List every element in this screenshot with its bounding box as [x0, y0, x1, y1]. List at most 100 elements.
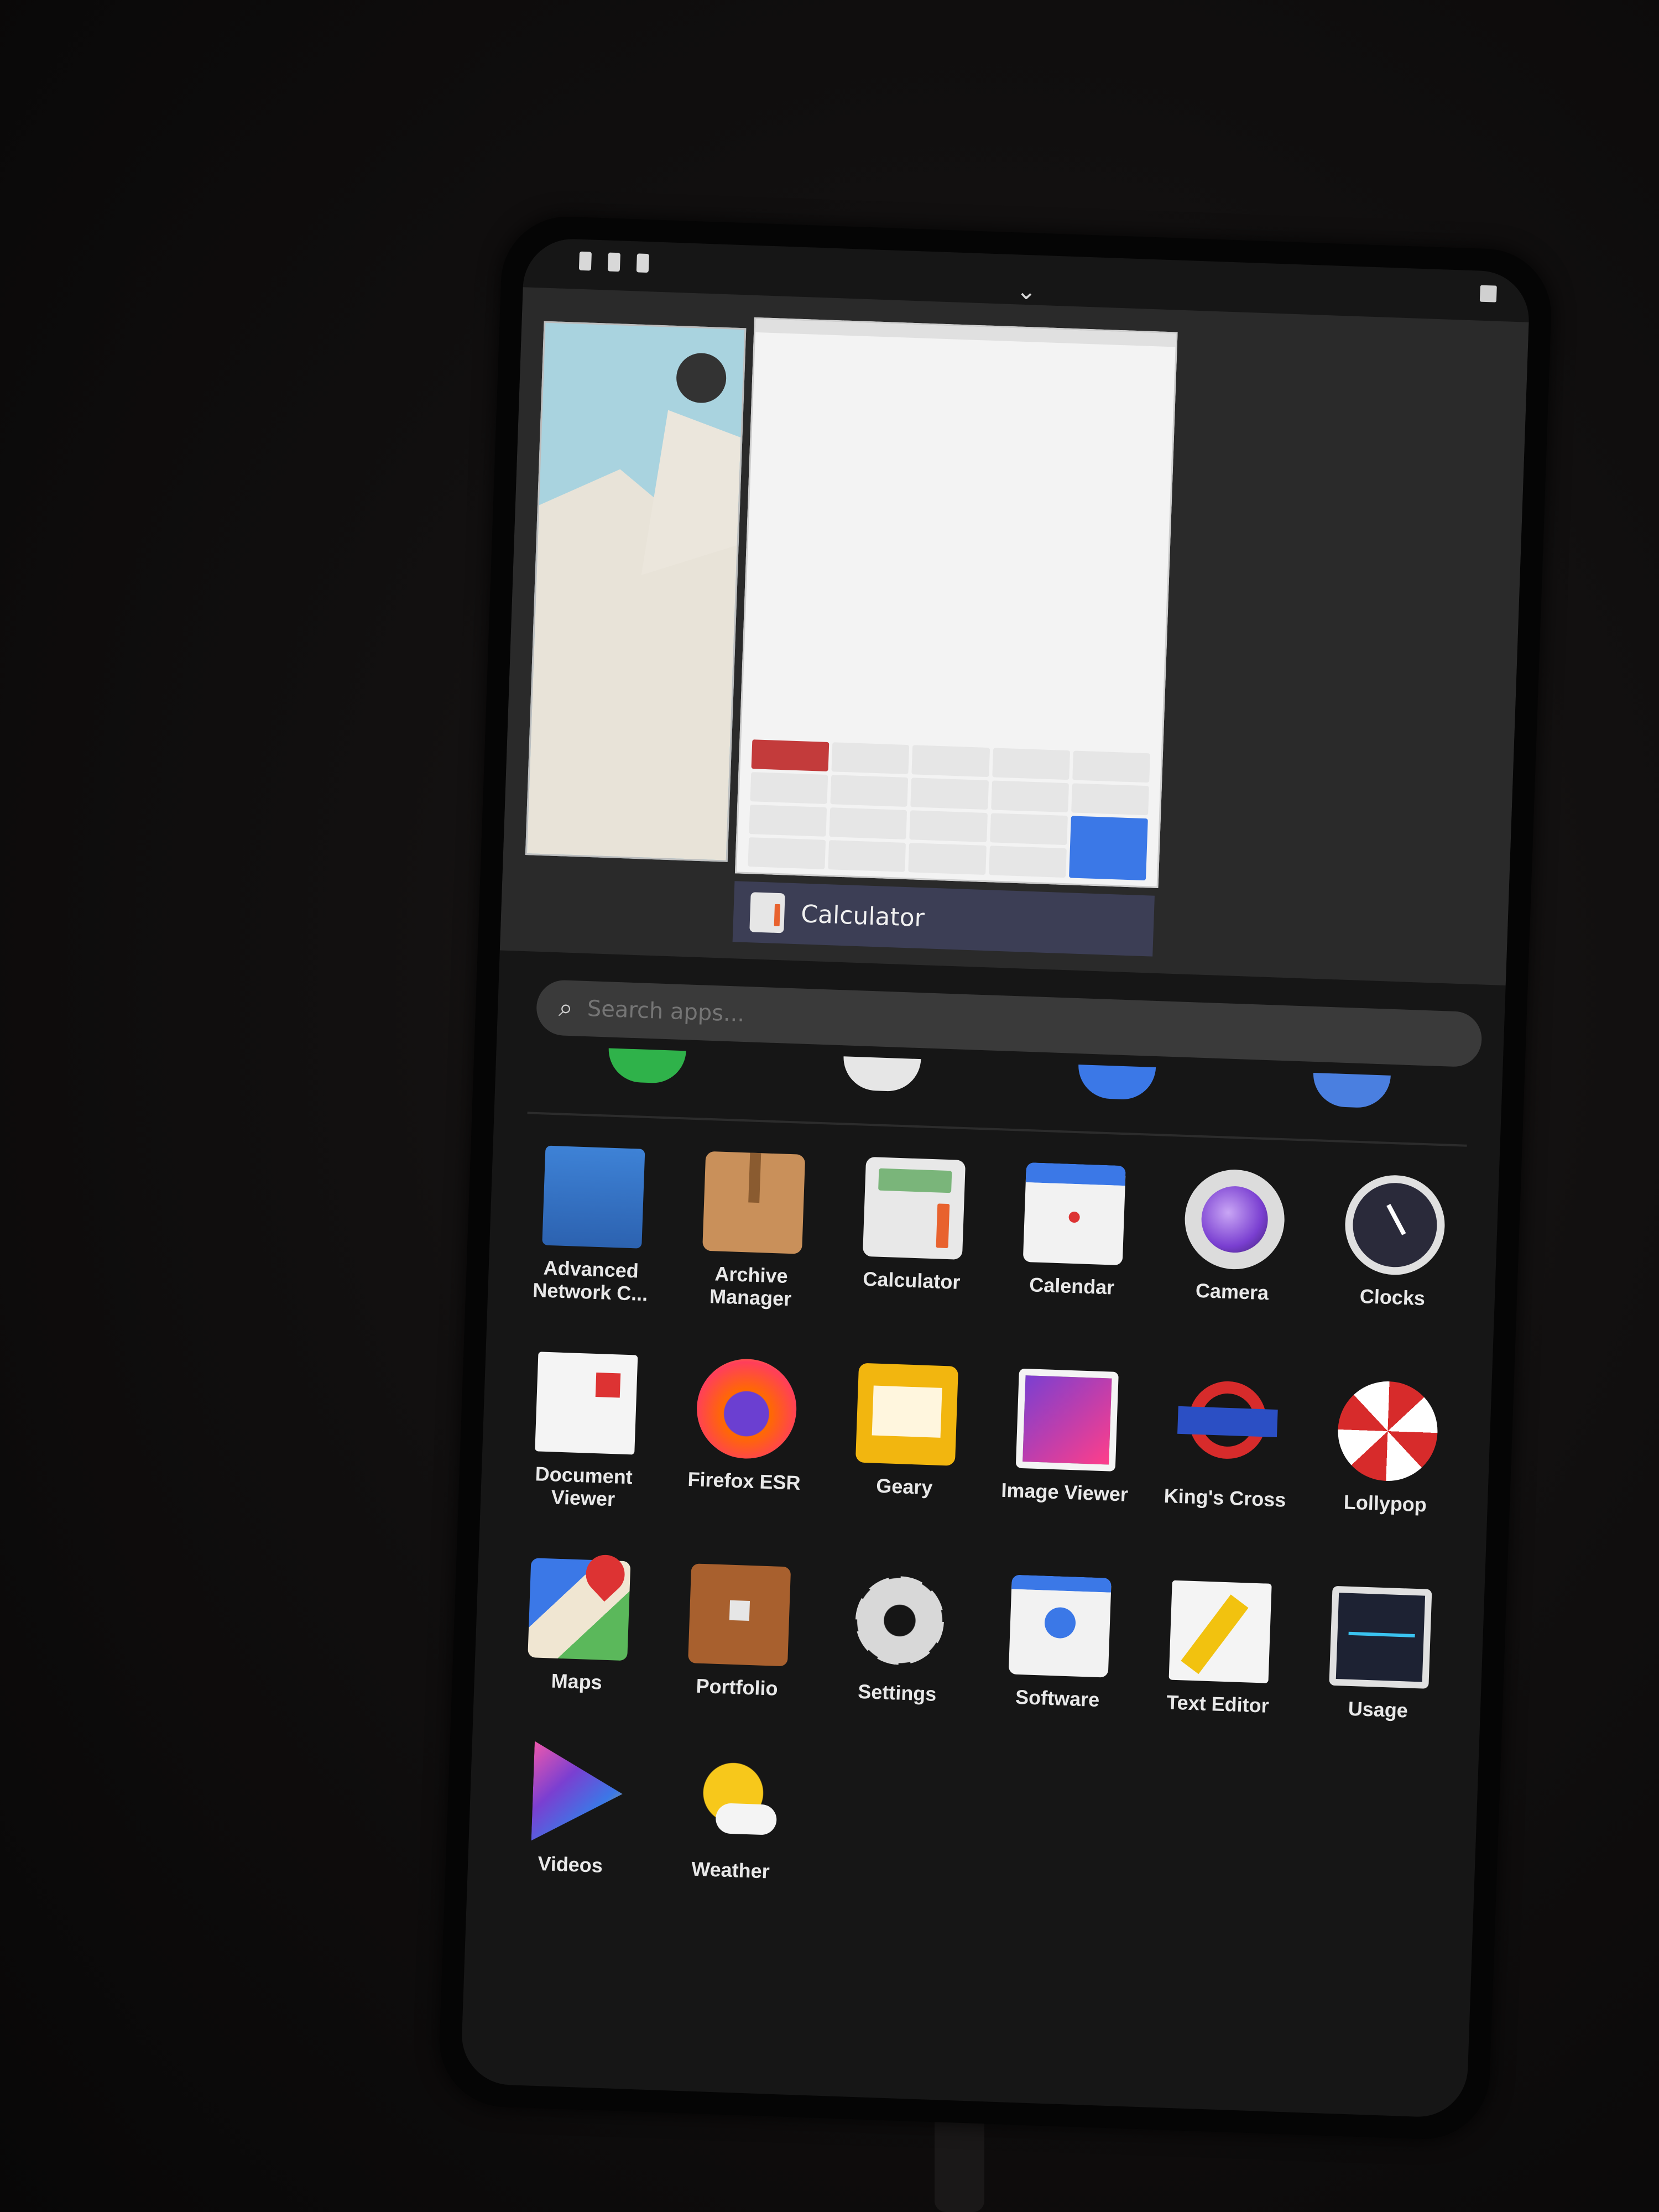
calculator-key	[749, 805, 827, 837]
app-tile[interactable]: Document Viewer	[503, 1350, 669, 1512]
app-grid: Advanced Network C... Archive Manager Ca…	[490, 1145, 1477, 1907]
camera-icon	[1183, 1168, 1286, 1271]
contacts-app-icon[interactable]	[1312, 1072, 1391, 1109]
calculator-icon	[862, 1156, 966, 1260]
calendar-icon	[1022, 1162, 1126, 1266]
app-tile[interactable]: Usage	[1297, 1584, 1462, 1723]
folder-icon	[688, 1563, 791, 1666]
phone: ⌄ Calculator ⌕ Search apps... Advanced N…	[437, 214, 1554, 2142]
app-label: King's Cross	[1164, 1484, 1287, 1511]
app-label: Calendar	[1029, 1273, 1115, 1299]
software-icon	[1008, 1574, 1112, 1678]
active-window-title-bar[interactable]: Calculator	[732, 881, 1155, 957]
calculator-key	[829, 807, 907, 839]
phone-screen: ⌄ Calculator ⌕ Search apps... Advanced N…	[460, 237, 1531, 2119]
app-label: Geary	[875, 1474, 933, 1499]
calculator-key	[992, 748, 1070, 780]
calculator-key	[990, 780, 1069, 813]
search-input[interactable]	[586, 995, 1031, 1038]
usage-icon	[1329, 1585, 1432, 1689]
app-tile[interactable]: Advanced Network C...	[510, 1145, 676, 1307]
calculator-key	[989, 813, 1068, 846]
app-label: Advanced Network C...	[532, 1256, 649, 1306]
app-tile[interactable]: Camera	[1151, 1167, 1317, 1329]
weather-icon	[681, 1746, 785, 1850]
web-browser-icon[interactable]	[1077, 1065, 1156, 1100]
active-window-title: Calculator	[800, 899, 925, 932]
calculator-key	[909, 810, 988, 843]
app-tile[interactable]: King's Cross	[1144, 1373, 1310, 1535]
app-tile[interactable]: Calendar	[990, 1161, 1156, 1323]
calculator-key	[1072, 750, 1150, 783]
calculator-key	[751, 739, 830, 772]
app-tile[interactable]: Software	[977, 1573, 1142, 1712]
app-tile[interactable]: Weather	[650, 1745, 815, 1884]
app-label: Lollypop	[1343, 1490, 1427, 1516]
calculator-icon	[749, 892, 785, 933]
status-icons	[578, 251, 649, 273]
calculator-equals-key	[1068, 816, 1148, 881]
text-editor-icon	[1168, 1580, 1272, 1683]
calculator-key	[911, 745, 990, 778]
gear-icon	[848, 1568, 952, 1672]
image-icon	[1015, 1368, 1119, 1472]
app-tile[interactable]: Geary	[823, 1361, 989, 1524]
calculator-key	[828, 840, 906, 872]
app-label: Clocks	[1359, 1285, 1426, 1310]
app-label: Weather	[691, 1857, 770, 1883]
app-tile[interactable]: Settings	[817, 1568, 982, 1707]
app-tile[interactable]: Portfolio	[656, 1562, 821, 1701]
maps-window-thumbnail[interactable]	[525, 321, 747, 862]
search-icon: ⌕	[558, 992, 573, 1023]
terminal-icon	[1176, 1374, 1279, 1477]
wifi-icon	[607, 252, 620, 272]
app-label: Usage	[1348, 1697, 1408, 1722]
app-label: Archive Manager	[709, 1262, 792, 1311]
app-label: Text Editor	[1166, 1690, 1270, 1717]
calculator-key	[830, 775, 909, 807]
calculator-window-thumbnail[interactable]	[734, 317, 1178, 888]
app-label: Firefox ESR	[687, 1467, 801, 1494]
calculator-key	[910, 778, 989, 810]
window-overview: Calculator	[499, 287, 1529, 985]
firefox-icon	[695, 1357, 799, 1460]
window-header	[755, 319, 1176, 347]
calculator-display	[753, 673, 1152, 731]
app-label: Calculator	[862, 1267, 961, 1293]
signal-icon	[578, 251, 592, 271]
app-tile[interactable]: Videos	[490, 1740, 655, 1879]
app-label: Maps	[551, 1669, 603, 1694]
battery-icon	[1479, 285, 1497, 302]
app-label: Videos	[537, 1851, 603, 1877]
app-tile[interactable]: Firefox ESR	[663, 1356, 829, 1518]
calculator-key	[1071, 783, 1149, 816]
app-label: Document Viewer	[535, 1462, 633, 1511]
app-label: Software	[1015, 1685, 1100, 1711]
app-label: Portfolio	[695, 1674, 779, 1700]
app-label: Settings	[857, 1679, 937, 1705]
app-label: Image Viewer	[1000, 1478, 1129, 1506]
app-tile[interactable]: Clocks	[1311, 1172, 1477, 1334]
mail-icon	[855, 1363, 959, 1466]
chevron-down-icon[interactable]: ⌄	[1016, 276, 1037, 305]
calculator-keypad	[748, 739, 1150, 881]
calculator-key	[988, 846, 1067, 878]
videos-icon	[521, 1741, 624, 1844]
calculator-key	[748, 837, 826, 869]
network-icon	[542, 1145, 645, 1249]
document-icon	[535, 1352, 638, 1455]
app-tile[interactable]: Lollypop	[1304, 1379, 1470, 1541]
phone-app-icon[interactable]	[607, 1048, 686, 1084]
app-tile[interactable]: Text Editor	[1137, 1579, 1302, 1718]
app-tile[interactable]: Archive Manager	[670, 1150, 836, 1312]
app-tile[interactable]: Calculator	[830, 1156, 996, 1318]
calculator-key	[750, 772, 828, 804]
chat-app-icon[interactable]	[842, 1056, 921, 1093]
app-tile[interactable]: Maps	[496, 1557, 661, 1695]
app-tile[interactable]: Image Viewer	[983, 1368, 1149, 1530]
compass-icon	[675, 352, 727, 404]
calculator-key	[908, 843, 987, 875]
bluetooth-icon	[636, 253, 649, 273]
app-label: Camera	[1195, 1279, 1269, 1305]
maps-icon	[528, 1557, 631, 1661]
